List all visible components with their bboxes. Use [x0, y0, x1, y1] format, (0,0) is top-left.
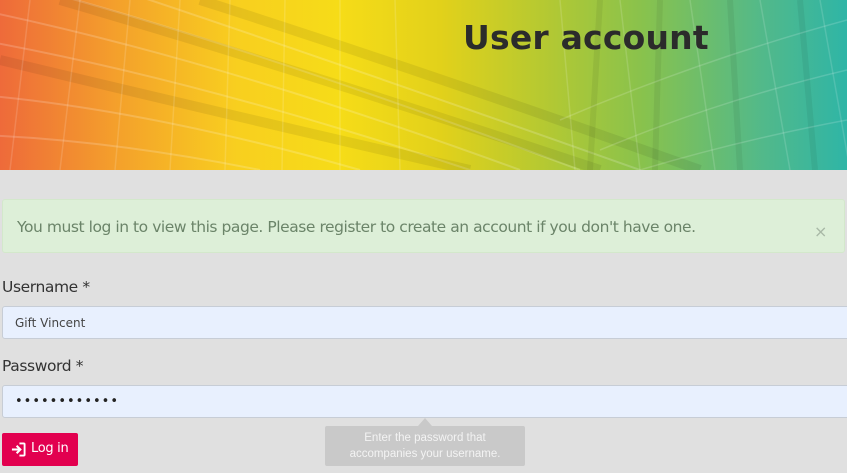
username-input[interactable] [2, 306, 847, 339]
alert-message: You must log in to view this page. Pleas… [17, 218, 696, 236]
page-title: User account [463, 18, 709, 57]
tooltip-line-1: Enter the password that [364, 432, 486, 444]
password-label: Password * [2, 357, 84, 375]
header-banner: User account [0, 0, 847, 170]
tooltip-line-2: accompanies your username. [349, 448, 501, 460]
close-icon[interactable]: × [814, 224, 827, 240]
status-alert: You must log in to view this page. Pleas… [2, 199, 845, 253]
password-tooltip: Enter the password that accompanies your… [325, 426, 525, 466]
sign-in-icon [11, 442, 26, 457]
login-button-label: Log in [31, 441, 69, 456]
page: User account You must log in to view thi… [0, 0, 847, 473]
tooltip-arrow [418, 418, 432, 426]
username-label: Username * [2, 278, 90, 296]
banner-pattern [0, 0, 847, 170]
password-input[interactable] [2, 385, 847, 418]
login-button[interactable]: Log in [2, 433, 78, 466]
